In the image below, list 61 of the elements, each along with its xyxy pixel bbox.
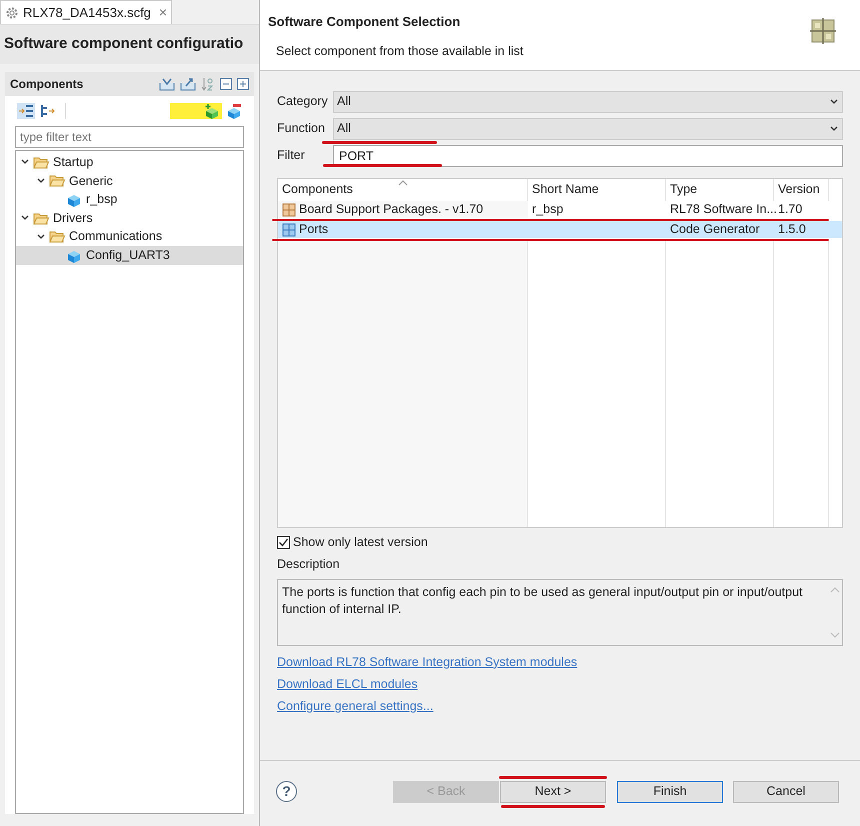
panel-title: Components xyxy=(10,76,84,93)
field-label: Function xyxy=(277,120,326,138)
filter-field[interactable]: PORT xyxy=(333,144,843,166)
table-cell-text: 1.5.0 xyxy=(778,221,806,238)
filter-field[interactable]: type filter text xyxy=(15,126,244,148)
tree-item[interactable]: Communications xyxy=(16,227,243,246)
checkbox-label: Show only latest version xyxy=(293,534,428,551)
column-header[interactable]: Type xyxy=(666,179,774,201)
hierarchy-icon xyxy=(39,103,57,119)
dialog-button[interactable]: Cancel xyxy=(733,780,839,802)
table-row[interactable]: Ports Code Generator 1.5.0 xyxy=(278,221,842,238)
export-icon xyxy=(180,77,196,91)
table-row[interactable]: Board Support Packages. - v1.70 r_bsp RL78 Software In...1.70 xyxy=(278,201,842,218)
checkbox[interactable] xyxy=(277,536,290,548)
grid-icon xyxy=(282,222,296,236)
import-icon xyxy=(159,77,175,91)
table-cell-text: 1.70 xyxy=(778,201,802,218)
component-grid-icon xyxy=(810,18,836,44)
field-label: Filter xyxy=(277,147,306,164)
link[interactable]: Download ELCL modules xyxy=(277,676,418,693)
tree-view-icon xyxy=(17,103,35,119)
field-label: Category xyxy=(277,93,329,110)
tree-item[interactable]: Drivers xyxy=(16,208,243,228)
tree-item[interactable]: Startup xyxy=(16,153,243,172)
folder-icon xyxy=(33,210,50,226)
column-header[interactable]: Version xyxy=(774,179,829,201)
column-header[interactable]: Short Name xyxy=(528,179,666,201)
chevron-down-icon xyxy=(829,96,839,106)
link[interactable]: Configure general settings... xyxy=(277,698,434,715)
dialog-button[interactable]: Next > xyxy=(500,780,606,802)
help-button[interactable]: ? xyxy=(276,781,297,802)
section-label: Description xyxy=(277,556,340,573)
add-component-icon xyxy=(204,103,220,119)
dropdown[interactable]: All xyxy=(333,90,843,112)
page-title: Software component configuratio xyxy=(4,34,244,54)
table-cell-text: Code Generator xyxy=(670,221,760,238)
description-text: The ports is function that config each pin to be used as general input/output pin or input/output function of internal IP. xyxy=(281,584,804,618)
tree-item[interactable]: Config_UART3 xyxy=(16,246,243,265)
folder-icon xyxy=(49,229,66,244)
expand-icon xyxy=(237,78,249,90)
tree-item[interactable]: Generic xyxy=(16,172,243,190)
table-cell-text: r_bsp xyxy=(532,201,564,218)
dialog-title: Software Component Selection xyxy=(268,13,462,31)
remove-component-icon xyxy=(226,103,242,119)
folder-icon xyxy=(49,173,66,188)
folder-icon xyxy=(33,154,50,170)
table-cell-text: Board Support Packages. - v1.70 xyxy=(299,201,484,218)
close-icon[interactable]: × xyxy=(158,2,168,23)
collapse-icon xyxy=(220,78,232,90)
grid-icon xyxy=(282,202,296,216)
chevron-down-icon xyxy=(829,124,839,134)
dialog-button[interactable]: Finish xyxy=(617,780,723,802)
table-cell-text: Ports xyxy=(299,221,328,238)
editor-tab[interactable]: RLX78_DA1453x.scfg × xyxy=(0,0,172,24)
dialog-subtitle: Select component from those available in list xyxy=(275,42,524,60)
table-cell-text: RL78 Software In... xyxy=(670,201,778,218)
sort-icon xyxy=(201,77,215,91)
link[interactable]: Download RL78 Software Integration System modules xyxy=(277,654,578,671)
tree-item[interactable]: r_bsp xyxy=(16,190,243,209)
gear-icon xyxy=(5,6,19,20)
dropdown[interactable]: All xyxy=(333,118,843,140)
